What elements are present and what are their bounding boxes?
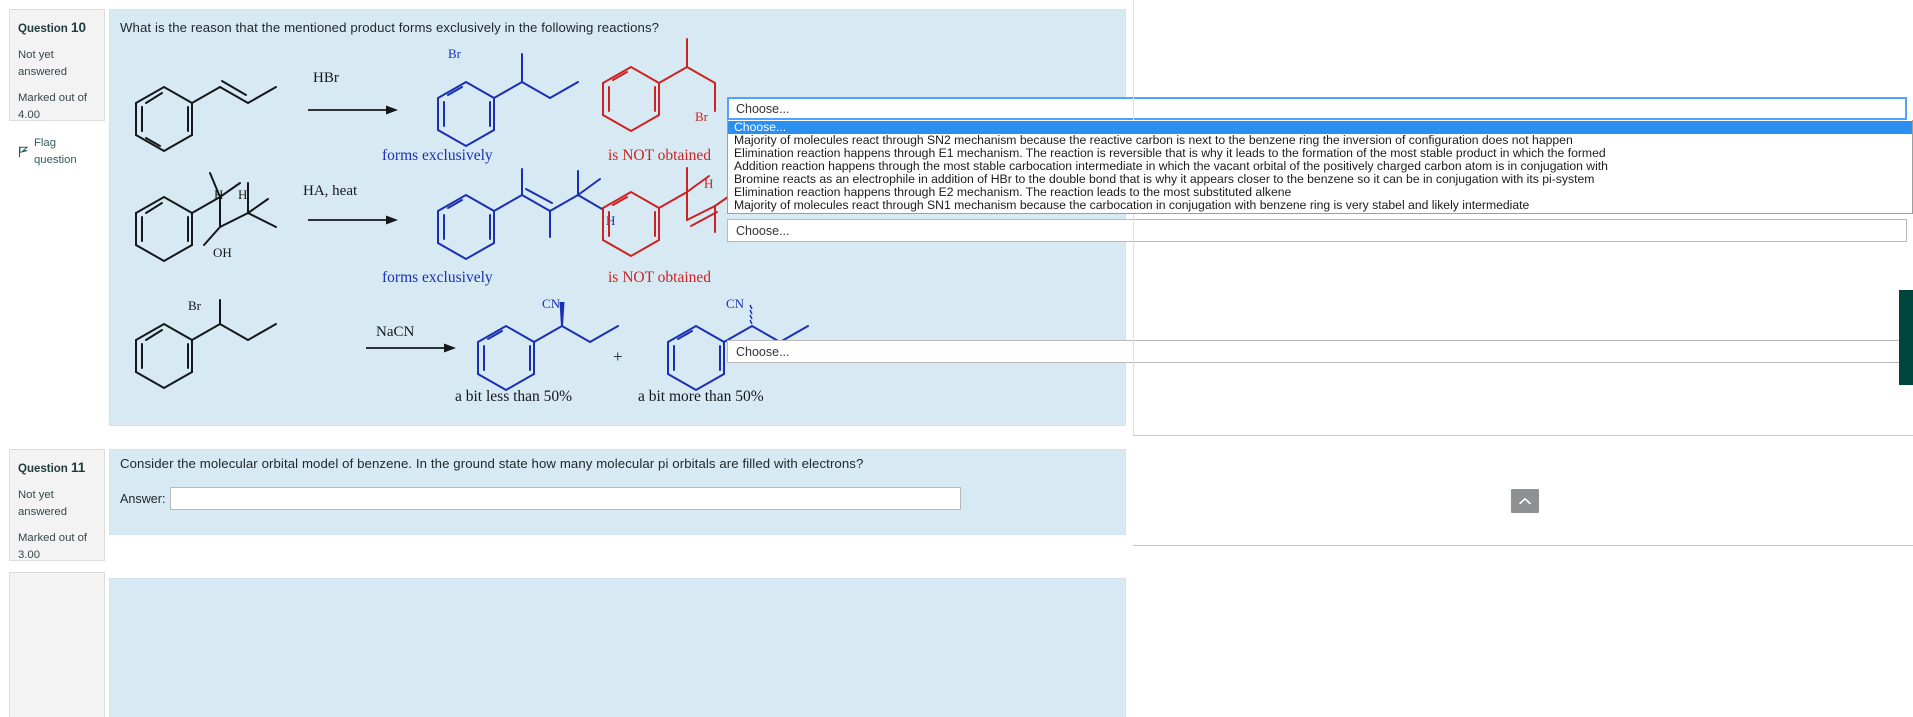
flag-question-label: Flag question xyxy=(34,137,77,166)
question-prompt-10: What is the reason that the mentioned pr… xyxy=(120,20,660,35)
answer-select-3-value: Choose... xyxy=(736,344,790,359)
answer-label-11: Answer: xyxy=(120,492,166,506)
answer-select-3[interactable]: Choose... xyxy=(727,340,1907,363)
byproduct-2: H xyxy=(595,167,740,268)
question-marks-label: Marked out of xyxy=(18,92,88,105)
answer-input-11[interactable] xyxy=(170,487,961,510)
caption-forms-exclusively-2: forms exclusively xyxy=(382,269,493,286)
flag-icon xyxy=(18,146,29,158)
byproduct-1: Br xyxy=(595,38,730,145)
reagent-label-2: HA, heat xyxy=(303,183,358,199)
reactant-atom-label-h2-2: H xyxy=(238,187,248,202)
dropdown-option[interactable]: Choose... xyxy=(728,121,1912,134)
dropdown-option[interactable]: Addition reaction happens through the mo… xyxy=(728,160,1912,173)
reagent-label-3: NaCN xyxy=(376,324,415,340)
answer-select-1-value: Choose... xyxy=(736,101,790,116)
dropdown-option[interactable]: Elimination reaction happens through E2 … xyxy=(728,186,1912,199)
page-root: Question 10 Not yet answered Marked out … xyxy=(0,0,1913,717)
answer-select-1[interactable]: Choose... xyxy=(727,97,1907,120)
question-marks-value-11: 3.00 xyxy=(18,549,40,562)
content-right-edge xyxy=(1133,0,1134,435)
chevron-up-icon xyxy=(1519,497,1531,504)
divider-2 xyxy=(1133,545,1913,546)
dropdown-option[interactable]: Majority of molecules react through SN1 … xyxy=(728,199,1912,212)
question-index-11: 11 xyxy=(71,460,86,475)
question-index: 10 xyxy=(71,20,87,35)
answer-select-1-dropdown[interactable]: Choose... Majority of molecules react thr… xyxy=(727,120,1913,214)
question-body-12 xyxy=(109,578,1126,717)
product-atom-label-br-1: Br xyxy=(448,46,461,61)
reactant-atom-label-h1-2: H xyxy=(214,187,224,202)
question-number-heading: Question 10 xyxy=(18,18,96,38)
byproduct-atom-label-br-1: Br xyxy=(695,109,708,124)
dropdown-option[interactable]: Elimination reaction happens through E1 … xyxy=(728,147,1912,160)
question-number-heading-11: Question 11 xyxy=(18,458,96,478)
scroll-to-top-button[interactable] xyxy=(1511,489,1539,513)
side-tab[interactable] xyxy=(1899,290,1913,385)
byproduct-atom-label-h-2: H xyxy=(704,176,714,191)
product-atom-label-cn-3b: CN xyxy=(726,296,745,311)
caption-not-obtained-1: is NOT obtained xyxy=(608,147,712,164)
question-marks-label-11: Marked out of xyxy=(18,532,88,545)
question-info-12 xyxy=(9,572,105,717)
reactant-atom-label-br-3: Br xyxy=(188,298,201,313)
reactant-atom-label-oh-2: OH xyxy=(213,245,232,260)
reaction-row-3: NaCN Br CN CN xyxy=(118,296,809,392)
question-info-10: Question 10 Not yet answered Marked out … xyxy=(9,9,105,166)
question-word: Question xyxy=(18,23,68,35)
question-word-11: Question xyxy=(18,463,68,475)
caption-forms-exclusively-1: forms exclusively xyxy=(382,147,493,164)
question-body-11: Consider the molecular orbital model of … xyxy=(109,449,1126,535)
question-marks-value: 4.00 xyxy=(18,109,40,122)
reagent-label-1: HBr xyxy=(313,70,339,86)
answer-select-2-value: Choose... xyxy=(736,223,790,238)
caption-not-obtained-2: is NOT obtained xyxy=(608,269,712,286)
caption-ratio-left: a bit less than 50% xyxy=(455,388,573,405)
question-body-10: What is the reason that the mentioned pr… xyxy=(109,9,1126,426)
question-prompt-11: Consider the molecular orbital model of … xyxy=(120,456,864,471)
question-status-11: Not yet answered xyxy=(18,489,67,519)
question-status: Not yet answered xyxy=(18,49,67,79)
divider-1 xyxy=(1133,435,1913,436)
flag-question-link[interactable]: Flag question xyxy=(18,135,96,169)
caption-ratio-right: a bit more than 50% xyxy=(638,388,764,405)
question-info-11: Question 11 Not yet answered Marked out … xyxy=(9,449,105,606)
plus-sign: + xyxy=(613,347,623,366)
dropdown-option[interactable]: Majority of molecules react through SN2 … xyxy=(728,134,1912,147)
product-atom-label-cn-3a: CN xyxy=(542,296,561,311)
dropdown-option[interactable]: Bromine reacts as an electrophile in add… xyxy=(728,173,1912,186)
answer-select-2[interactable]: Choose... xyxy=(727,219,1907,242)
